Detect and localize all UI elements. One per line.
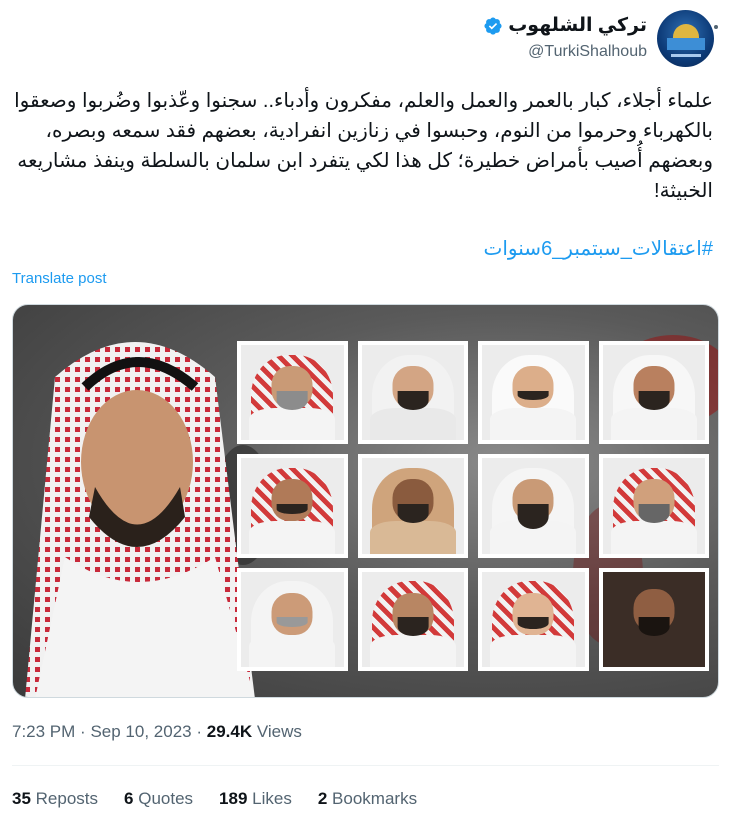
bookmarks-stat[interactable]: 2 Bookmarks — [318, 789, 417, 809]
portrait-photo — [237, 454, 348, 558]
portrait-photo — [357, 567, 468, 671]
portrait-photo — [237, 341, 348, 445]
likes-stat[interactable]: 189 Likes — [219, 789, 292, 809]
portrait-photo — [598, 341, 709, 445]
portrait-photo — [478, 567, 589, 671]
portrait-photo — [598, 567, 709, 671]
tweet-meta: 7:23 PM · Sep 10, 2023 · 29.4K Views — [12, 722, 302, 742]
views-count: 29.4K — [206, 722, 253, 741]
portrait-photo — [357, 454, 468, 558]
reposts-stat[interactable]: 35 Reposts — [12, 789, 98, 809]
hashtag-link[interactable]: #اعتقالات_سبتمبر_6سنوات — [484, 236, 713, 261]
avatar[interactable] — [657, 10, 714, 67]
tweet-date[interactable]: Sep 10, 2023 — [90, 722, 191, 741]
verified-badge-icon — [484, 16, 502, 35]
translate-post-link[interactable]: Translate post — [12, 270, 107, 287]
dome-icon — [673, 24, 699, 38]
portrait-photo — [478, 341, 589, 445]
author-display-name[interactable]: تركي الشلهوب — [508, 14, 647, 37]
tweet-header: تركي الشلهوب @TurkiShalhoub — [0, 0, 729, 70]
portrait-photo — [478, 454, 589, 558]
portrait-photo — [237, 567, 348, 671]
quotes-stat[interactable]: 6 Quotes — [124, 789, 193, 809]
divider — [12, 765, 719, 766]
tweet-media-image[interactable] — [12, 304, 719, 698]
meta-separator: · — [196, 722, 203, 741]
detainees-portrait-grid — [237, 341, 709, 671]
tweet-time[interactable]: 7:23 PM — [12, 722, 75, 741]
views-label: Views — [256, 722, 302, 741]
author-block[interactable]: تركي الشلهوب @TurkiShalhoub — [483, 14, 647, 61]
meta-separator: · — [80, 722, 86, 741]
portrait-photo — [598, 454, 709, 558]
tweet-text: علماء أجلاء، كبار بالعمر والعمل والعلم، … — [14, 90, 713, 202]
engagement-stats: 35 Reposts 6 Quotes 189 Likes 2 Bookmark… — [12, 789, 417, 809]
portrait-photo — [357, 341, 468, 445]
author-handle[interactable]: @TurkiShalhoub — [483, 43, 647, 61]
